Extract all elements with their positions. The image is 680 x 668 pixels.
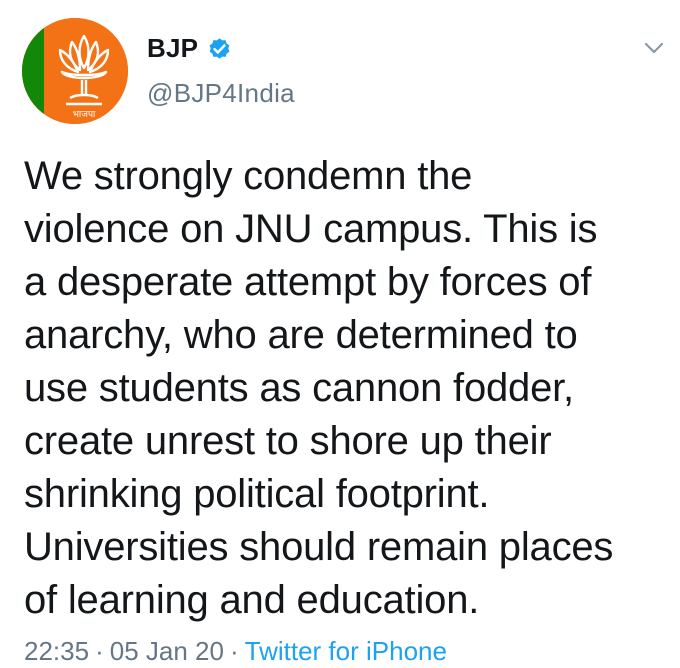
separator: · [95, 636, 104, 666]
display-name[interactable]: BJP [147, 33, 198, 64]
chevron-down-icon[interactable] [642, 36, 666, 60]
tweet-time[interactable]: 22:35 [24, 636, 89, 666]
bjp-lotus-logo-icon: भाजपा [22, 18, 128, 124]
tweet-card: भाजपा BJP @BJP4India We strongly condemn… [0, 0, 680, 668]
avatar[interactable]: भाजपा [22, 18, 128, 124]
tweet-meta: 22:35 · 05 Jan 20 · Twitter for iPhone [24, 636, 447, 667]
svg-text:भाजपा: भाजपा [73, 110, 96, 120]
tweet-text: We strongly condemn the violence on JNU … [24, 154, 614, 622]
tweet-date[interactable]: 05 Jan 20 [110, 636, 224, 666]
tweet-source-link[interactable]: Twitter for iPhone [245, 636, 447, 666]
separator: · [229, 636, 239, 666]
verified-badge-icon [206, 35, 233, 62]
author-info: BJP @BJP4India [147, 30, 295, 109]
name-row: BJP [147, 30, 295, 66]
handle[interactable]: @BJP4India [147, 78, 295, 109]
